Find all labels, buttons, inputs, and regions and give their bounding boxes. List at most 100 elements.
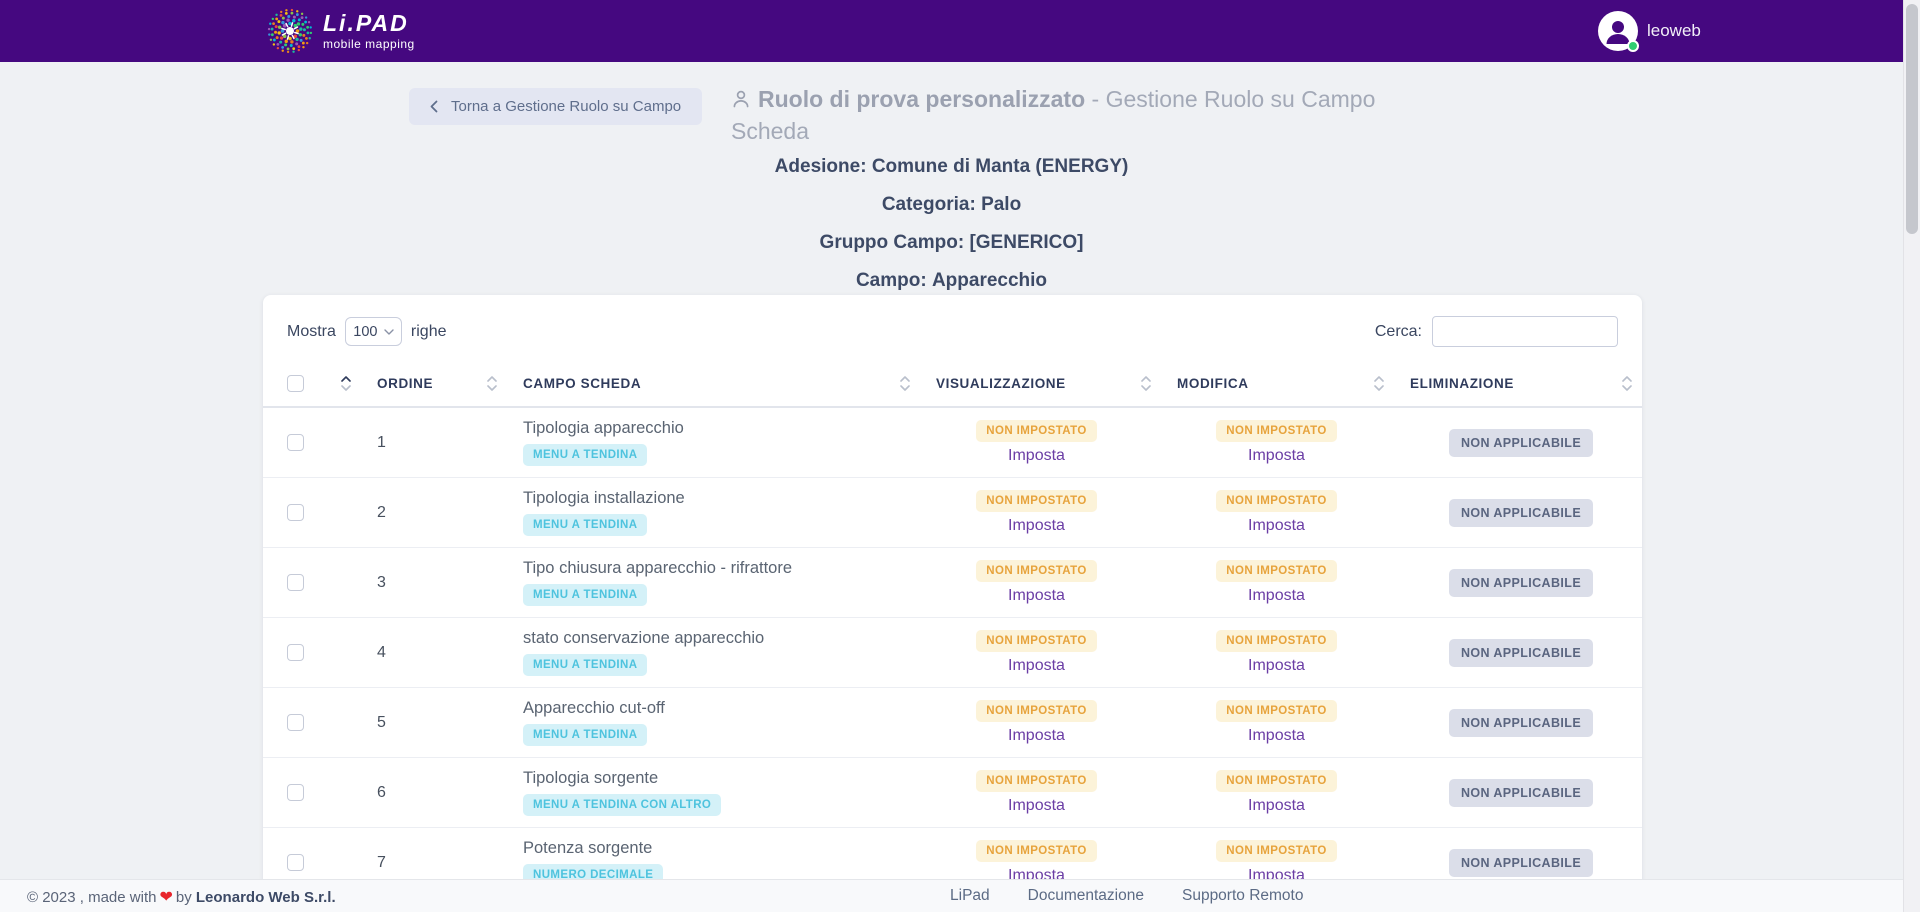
sort-asc-icon [1374,376,1384,382]
visualizzazione-imposta-link[interactable]: Imposta [1008,657,1065,675]
row-eliminazione-cell: NON APPLICABILE [1410,688,1632,757]
row-order-cell: 4 [377,618,523,687]
visualizzazione-imposta-link[interactable]: Imposta [1008,727,1065,745]
sort-desc-icon [1622,385,1632,391]
info-label: Gruppo Campo: [820,232,965,253]
row-checkbox[interactable] [287,504,304,521]
modifica-imposta-link[interactable]: Imposta [1248,797,1305,815]
footer-link-supporto-remoto[interactable]: Supporto Remoto [1182,887,1304,905]
row-eliminazione-cell: NON APPLICABILE [1410,548,1632,617]
table-row: 2 Tipologia installazione MENU A TENDINA… [263,478,1642,548]
info-value: Palo [981,194,1021,215]
footer-link-documentazione[interactable]: Documentazione [1028,887,1144,905]
scrollbar-thumb[interactable] [1906,4,1918,234]
logo-text: Li.PAD mobile mapping [323,12,415,50]
row-eliminazione-cell: NON APPLICABILE [1410,758,1632,827]
row-modifica-cell: NON IMPOSTATO Imposta [1177,408,1410,477]
row-field-name: Tipologia sorgente [523,769,658,788]
modifica-imposta-link[interactable]: Imposta [1248,587,1305,605]
info-label: Adesione: [775,156,867,177]
column-header-visualizzazione[interactable]: VISUALIZZAZIONE [936,360,1177,406]
user-menu[interactable]: leoweb [1598,11,1701,51]
modifica-imposta-link[interactable]: Imposta [1248,657,1305,675]
row-checkbox[interactable] [287,644,304,661]
row-checkbox[interactable] [287,434,304,451]
column-header-ordine[interactable]: ORDINE [377,360,523,406]
row-modifica-cell: NON IMPOSTATO Imposta [1177,688,1410,757]
row-order-cell: 1 [377,408,523,477]
modifica-imposta-link[interactable]: Imposta [1248,727,1305,745]
sort-desc-icon [900,385,910,391]
sort-control [341,376,351,391]
row-select-cell [287,548,377,617]
visualizzazione-imposta-link[interactable]: Imposta [1008,587,1065,605]
row-order-cell: 6 [377,758,523,827]
row-order: 4 [377,644,523,662]
row-select-cell [287,618,377,687]
eliminazione-status-badge: NON APPLICABILE [1449,639,1593,667]
company-name: Leonardo Web S.r.l. [196,889,336,906]
eliminazione-status-badge: NON APPLICABILE [1449,779,1593,807]
column-header-select[interactable] [287,360,377,406]
row-campo-cell: Tipologia apparecchio MENU A TENDINA [523,408,936,477]
row-checkbox[interactable] [287,574,304,591]
column-header-modifica[interactable]: MODIFICA [1177,360,1410,406]
visualizzazione-imposta-link[interactable]: Imposta [1008,797,1065,815]
modifica-status-badge: NON IMPOSTATO [1216,490,1336,512]
modifica-imposta-link[interactable]: Imposta [1248,447,1305,465]
row-visualizzazione-cell: NON IMPOSTATO Imposta [936,758,1177,827]
info-line-adesione: Adesione: Comune di Manta (ENERGY) [0,156,1903,178]
row-campo-cell: Apparecchio cut-off MENU A TENDINA [523,688,936,757]
row-campo-cell: stato conservazione apparecchio MENU A T… [523,618,936,687]
footer-bar: © 2023 , made with❤by Leonardo Web S.r.l… [0,879,1920,912]
search-input[interactable] [1432,316,1618,347]
table-row: 3 Tipo chiusura apparecchio - rifrattore… [263,548,1642,618]
row-checkbox[interactable] [287,714,304,731]
row-order-cell: 2 [377,478,523,547]
column-header-campo-scheda[interactable]: CAMPO SCHEDA [523,360,936,406]
row-order: 3 [377,574,523,592]
modifica-status-badge: NON IMPOSTATO [1216,700,1336,722]
column-header-eliminazione[interactable]: ELIMINAZIONE [1410,360,1632,406]
row-field-name: Tipologia installazione [523,489,685,508]
user-avatar[interactable] [1598,11,1638,51]
info-value: Comune di Manta (ENERGY) [872,156,1129,177]
sort-control [1141,376,1151,391]
eliminazione-status-badge: NON APPLICABILE [1449,499,1593,527]
online-status-dot [1627,40,1639,52]
field-type-badge: MENU A TENDINA [523,654,647,676]
info-label: Campo: [856,270,927,291]
select-all-checkbox[interactable] [287,375,304,392]
row-modifica-cell: NON IMPOSTATO Imposta [1177,618,1410,687]
row-checkbox[interactable] [287,854,304,871]
field-type-badge: MENU A TENDINA [523,584,647,606]
row-order-cell: 3 [377,548,523,617]
username-label: leoweb [1647,21,1701,41]
page-title-separator: - [1085,86,1105,112]
visualizzazione-imposta-link[interactable]: Imposta [1008,517,1065,535]
page-length-select[interactable]: 100 [345,317,402,346]
modifica-status-badge: NON IMPOSTATO [1216,770,1336,792]
copyright-prefix: © 2023 , made with [27,889,156,906]
table-row: 1 Tipologia apparecchio MENU A TENDINA N… [263,408,1642,478]
row-eliminazione-cell: NON APPLICABILE [1410,618,1632,687]
show-label: Mostra [287,323,336,341]
back-button[interactable]: Torna a Gestione Ruolo su Campo [409,88,702,125]
sort-control [1622,376,1632,391]
row-campo-cell: Tipologia sorgente MENU A TENDINA CON AL… [523,758,936,827]
scrollbar-track[interactable] [1903,0,1920,912]
visualizzazione-status-badge: NON IMPOSTATO [976,560,1096,582]
row-campo-cell: Tipologia installazione MENU A TENDINA [523,478,936,547]
info-line-gruppo-campo: Gruppo Campo: [GENERICO] [0,232,1903,254]
search-control: Cerca: [1375,316,1618,347]
table-row: 5 Apparecchio cut-off MENU A TENDINA NON… [263,688,1642,758]
visualizzazione-imposta-link[interactable]: Imposta [1008,447,1065,465]
footer-link-lipad[interactable]: LiPad [950,887,990,905]
eliminazione-status-badge: NON APPLICABILE [1449,709,1593,737]
back-button-label: Torna a Gestione Ruolo su Campo [451,98,681,115]
sort-desc-icon [1374,385,1384,391]
row-checkbox[interactable] [287,784,304,801]
modifica-imposta-link[interactable]: Imposta [1248,517,1305,535]
row-visualizzazione-cell: NON IMPOSTATO Imposta [936,408,1177,477]
chevron-down-icon [384,329,394,335]
